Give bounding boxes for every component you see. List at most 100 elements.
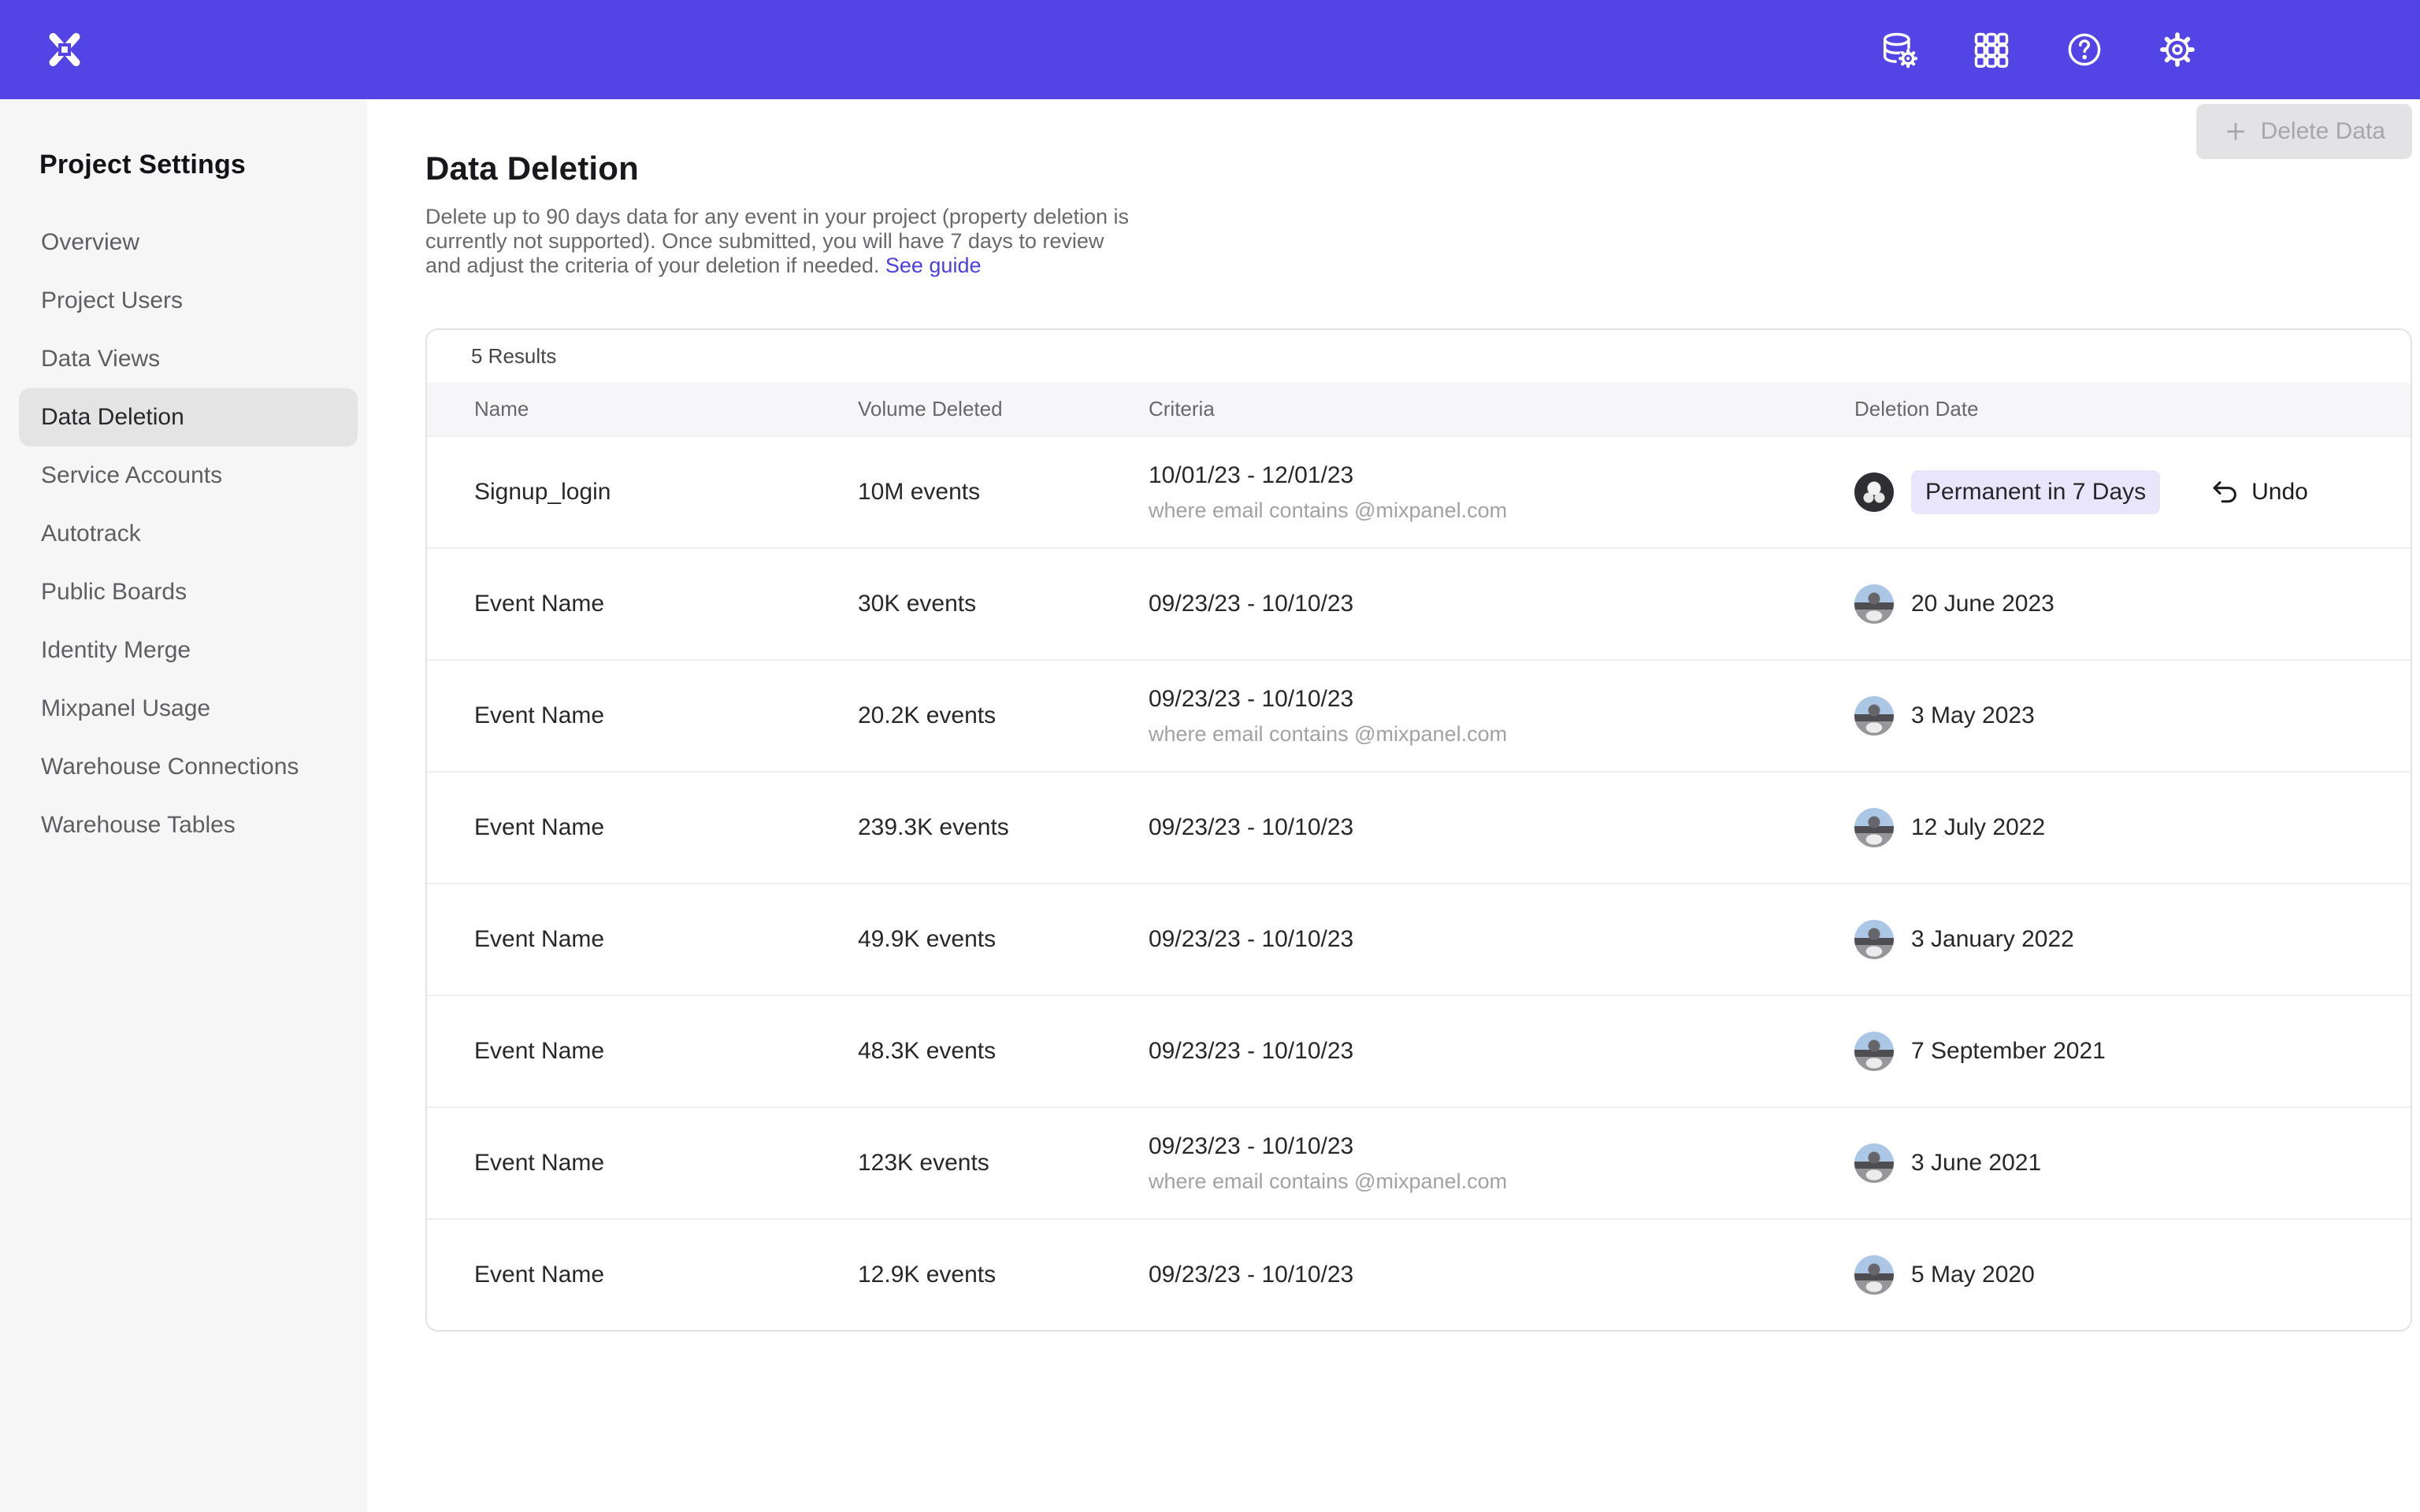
deletion-date-cell: 3 May 2023 xyxy=(1854,696,2411,736)
sidebar-item-data-views[interactable]: Data Views xyxy=(19,330,358,388)
criteria-range: 09/23/23 - 10/10/23 xyxy=(1149,814,1854,841)
sidebar-item-overview[interactable]: Overview xyxy=(19,213,358,272)
column-header-deletion-date: Deletion Date xyxy=(1854,397,2411,421)
sidebar-item-mixpanel-usage[interactable]: Mixpanel Usage xyxy=(19,680,358,738)
undo-icon xyxy=(2210,477,2240,507)
delete-data-button-label: Delete Data xyxy=(2261,118,2385,145)
volume-deleted: 30K events xyxy=(858,591,1149,617)
settings-sidebar: Project Settings Overview Project Users … xyxy=(0,99,367,1512)
data-connections-icon[interactable] xyxy=(1878,29,1919,70)
column-header-criteria: Criteria xyxy=(1149,397,1854,421)
main-panel: Data Deletion Delete up to 90 days data … xyxy=(367,99,2420,1512)
deletion-requests-card: 5 Results Name Volume Deleted Criteria D… xyxy=(425,328,2412,1332)
table-row: Event Name 12.9K events 09/23/23 - 10/10… xyxy=(427,1218,2411,1330)
sidebar-item-identity-merge[interactable]: Identity Merge xyxy=(19,621,358,680)
table-row: Event Name 20.2K events 09/23/23 - 10/10… xyxy=(427,659,2411,771)
permanent-badge: Permanent in 7 Days xyxy=(1911,470,2160,514)
deletion-date: 3 May 2023 xyxy=(1911,702,2035,729)
deletion-date: 5 May 2020 xyxy=(1911,1262,2035,1288)
sidebar-title: Project Settings xyxy=(0,150,367,180)
undo-label: Undo xyxy=(2251,479,2308,506)
event-name: Event Name xyxy=(474,591,858,617)
criteria-filter: where email contains @mixpanel.com xyxy=(1149,498,1854,523)
sidebar-item-autotrack[interactable]: Autotrack xyxy=(19,505,358,563)
criteria-cell: 09/23/23 - 10/10/23 xyxy=(1149,814,1854,841)
event-name: Event Name xyxy=(474,926,858,953)
event-name: Signup_login xyxy=(474,479,858,506)
avatar xyxy=(1854,1032,1894,1071)
criteria-range: 09/23/23 - 10/10/23 xyxy=(1149,591,1854,617)
volume-deleted: 12.9K events xyxy=(858,1262,1149,1288)
see-guide-link[interactable]: See guide xyxy=(885,254,982,277)
deletion-date-cell: 7 September 2021 xyxy=(1854,1032,2411,1071)
criteria-range: 09/23/23 - 10/10/23 xyxy=(1149,1262,1854,1288)
deletion-date-cell: 5 May 2020 xyxy=(1854,1255,2411,1295)
deletion-date-cell: 12 July 2022 xyxy=(1854,808,2411,847)
column-header-name: Name xyxy=(474,397,858,421)
table-row: Event Name 48.3K events 09/23/23 - 10/10… xyxy=(427,995,2411,1106)
avatar xyxy=(1854,1143,1894,1183)
criteria-range: 09/23/23 - 10/10/23 xyxy=(1149,686,1854,713)
table-row: Event Name 49.9K events 09/23/23 - 10/10… xyxy=(427,883,2411,995)
deletion-date-cell: Permanent in 7 Days Undo xyxy=(1854,470,2411,514)
deletion-date: 3 June 2021 xyxy=(1911,1150,2041,1177)
results-count: 5 Results xyxy=(427,330,2411,383)
page-description-text: Delete up to 90 days data for any event … xyxy=(425,205,1129,277)
event-name: Event Name xyxy=(474,1262,858,1288)
delete-data-button[interactable]: Delete Data xyxy=(2196,104,2412,159)
event-name: Event Name xyxy=(474,814,858,841)
volume-deleted: 10M events xyxy=(858,479,1149,506)
avatar xyxy=(1854,472,1894,512)
column-header-volume: Volume Deleted xyxy=(858,397,1149,421)
avatar xyxy=(1854,808,1894,847)
help-icon[interactable] xyxy=(2064,29,2105,70)
criteria-filter: where email contains @mixpanel.com xyxy=(1149,1169,1854,1194)
sidebar-item-project-users[interactable]: Project Users xyxy=(19,272,358,330)
sidebar-item-service-accounts[interactable]: Service Accounts xyxy=(19,447,358,505)
deletion-date: 20 June 2023 xyxy=(1911,591,2054,617)
avatar xyxy=(1854,584,1894,624)
table-row: Event Name 30K events 09/23/23 - 10/10/2… xyxy=(427,547,2411,659)
settings-icon[interactable] xyxy=(2157,29,2198,70)
sidebar-item-warehouse-tables[interactable]: Warehouse Tables xyxy=(19,796,358,854)
deletion-date: 3 January 2022 xyxy=(1911,926,2074,953)
criteria-cell: 09/23/23 - 10/10/23 where email contains… xyxy=(1149,686,1854,747)
avatar xyxy=(1854,1255,1894,1295)
sidebar-item-public-boards[interactable]: Public Boards xyxy=(19,563,358,621)
table-row: Event Name 123K events 09/23/23 - 10/10/… xyxy=(427,1106,2411,1218)
volume-deleted: 48.3K events xyxy=(858,1038,1149,1065)
volume-deleted: 239.3K events xyxy=(858,814,1149,841)
sidebar-item-warehouse-connections[interactable]: Warehouse Connections xyxy=(19,738,358,796)
apps-grid-icon[interactable] xyxy=(1971,29,2012,70)
criteria-range: 09/23/23 - 10/10/23 xyxy=(1149,1133,1854,1160)
mixpanel-logo-icon[interactable] xyxy=(44,29,85,70)
criteria-filter: where email contains @mixpanel.com xyxy=(1149,722,1854,747)
page-title: Data Deletion xyxy=(425,150,2412,187)
criteria-range: 10/01/23 - 12/01/23 xyxy=(1149,462,1854,489)
criteria-cell: 09/23/23 - 10/10/23 xyxy=(1149,1262,1854,1288)
criteria-cell: 09/23/23 - 10/10/23 xyxy=(1149,591,1854,617)
criteria-range: 09/23/23 - 10/10/23 xyxy=(1149,926,1854,953)
deletion-date-cell: 3 June 2021 xyxy=(1854,1143,2411,1183)
avatar xyxy=(1854,920,1894,959)
volume-deleted: 123K events xyxy=(858,1150,1149,1177)
deletion-date-cell: 3 January 2022 xyxy=(1854,920,2411,959)
sidebar-item-data-deletion[interactable]: Data Deletion xyxy=(19,388,358,447)
event-name: Event Name xyxy=(474,1038,858,1065)
avatar xyxy=(1854,696,1894,736)
page-description: Delete up to 90 days data for any event … xyxy=(425,205,1134,278)
event-name: Event Name xyxy=(474,702,858,729)
criteria-range: 09/23/23 - 10/10/23 xyxy=(1149,1038,1854,1065)
table-row: Signup_login 10M events 10/01/23 - 12/01… xyxy=(427,435,2411,547)
deletion-date: 12 July 2022 xyxy=(1911,814,2045,841)
deletion-date-cell: 20 June 2023 xyxy=(1854,584,2411,624)
criteria-cell: 09/23/23 - 10/10/23 xyxy=(1149,926,1854,953)
criteria-cell: 09/23/23 - 10/10/23 where email contains… xyxy=(1149,1133,1854,1194)
plus-icon xyxy=(2223,119,2248,144)
deletion-date: 7 September 2021 xyxy=(1911,1038,2106,1065)
criteria-cell: 09/23/23 - 10/10/23 xyxy=(1149,1038,1854,1065)
volume-deleted: 49.9K events xyxy=(858,926,1149,953)
undo-button[interactable]: Undo xyxy=(2210,477,2308,507)
volume-deleted: 20.2K events xyxy=(858,702,1149,729)
top-navbar xyxy=(0,0,2420,99)
